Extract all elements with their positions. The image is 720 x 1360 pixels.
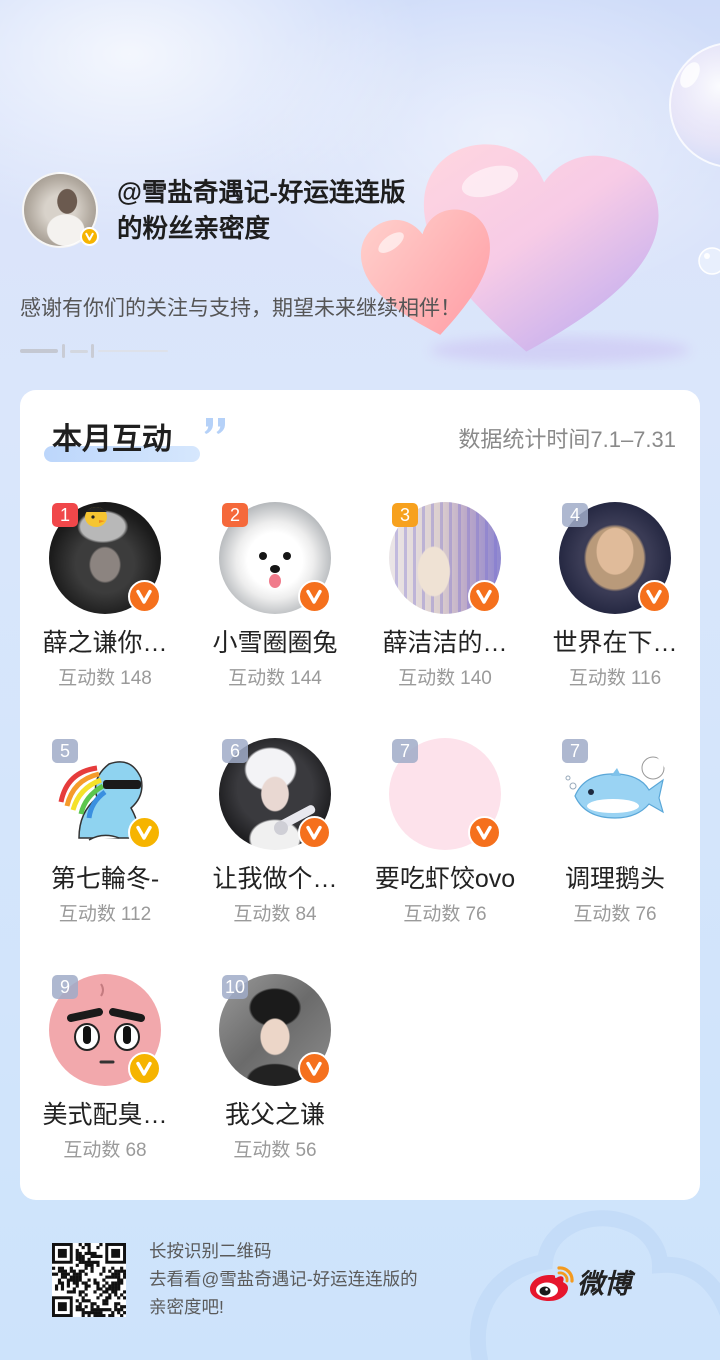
page-title-line2: 的粉丝亲密度 — [117, 215, 271, 243]
interaction-label: 互动数 — [233, 904, 291, 925]
fan-avatar[interactable]: 7 — [559, 738, 671, 850]
fan-avatar[interactable]: 2 — [219, 502, 331, 614]
fan-name: 调理鹅头 — [564, 865, 665, 893]
fan-name: 美式配臭… — [42, 1101, 168, 1129]
fan-name: 小雪圈圈兔 — [212, 629, 338, 657]
interaction-label: 互动数 — [403, 904, 461, 925]
decor-marks — [20, 344, 168, 358]
fan-item[interactable]: 2 小雪圈圈兔 互动数 144 — [190, 502, 360, 738]
verified-badge-icon — [128, 1052, 161, 1085]
fan-item[interactable]: 7 要吃虾饺ovo 互动数 76 — [360, 738, 530, 974]
interaction-value: 56 — [295, 1140, 317, 1161]
interaction-value: 112 — [120, 904, 152, 925]
fan-item[interactable]: 10 我父之谦 互动数 56 — [190, 974, 360, 1210]
fan-interaction-count: 互动数 140 — [360, 667, 530, 691]
rank-badge: 2 — [222, 503, 248, 527]
fan-avatar[interactable]: 9 — [49, 974, 161, 1086]
fan-item[interactable]: 1 薛之谦你… 互动数 148 — [20, 502, 190, 738]
card-title: 本月互动 — [52, 423, 172, 456]
fan-interaction-count: 互动数 76 — [530, 903, 700, 927]
fan-name: 薛洁洁的… — [382, 629, 508, 657]
fan-interaction-count: 互动数 68 — [20, 1139, 190, 1163]
rank-badge: 6 — [222, 739, 248, 763]
hearts-decoration — [360, 144, 690, 364]
interaction-label: 互动数 — [228, 668, 286, 689]
verified-badge-icon — [128, 816, 161, 849]
fan-name: 世界在下… — [552, 629, 678, 657]
verified-badge-icon — [128, 580, 161, 613]
interaction-label: 互动数 — [58, 668, 116, 689]
fan-interaction-count: 互动数 56 — [190, 1139, 360, 1163]
fan-name: 让我做个… — [212, 865, 338, 893]
fan-interaction-count: 互动数 112 — [20, 903, 190, 927]
interaction-label: 互动数 — [233, 1140, 291, 1161]
rank-badge: 4 — [562, 503, 588, 527]
fan-grid: 1 薛之谦你… 互动数 148 2 小雪圈圈兔 互动数 144 3 薛洁洁的… … — [20, 502, 700, 1210]
interaction-value: 68 — [125, 1140, 147, 1161]
rank-badge: 7 — [562, 739, 588, 763]
fan-avatar[interactable]: 4 — [559, 502, 671, 614]
page-title: @雪盐奇遇记-好运连连版 的粉丝亲密度 — [117, 175, 447, 247]
fan-item[interactable]: 4 世界在下… 互动数 116 — [530, 502, 700, 738]
verified-gold-badge-icon — [80, 227, 99, 246]
fan-interaction-count: 互动数 76 — [360, 903, 530, 927]
fan-interaction-count: 互动数 84 — [190, 903, 360, 927]
fan-avatar[interactable]: 6 — [219, 738, 331, 850]
fan-interaction-count: 互动数 148 — [20, 667, 190, 691]
fan-item[interactable]: 9 美式配臭… 互动数 68 — [20, 974, 190, 1210]
rank-badge: 10 — [222, 975, 249, 999]
stats-period: 数据统计时间7.1–7.31 — [458, 427, 676, 452]
rank-badge: 1 — [52, 503, 78, 527]
brand-name: 微博 — [577, 1269, 631, 1299]
cta-line2: 亲密度吧! — [149, 1297, 224, 1317]
interaction-value: 76 — [465, 904, 487, 925]
interaction-label: 互动数 — [573, 904, 631, 925]
rank-badge: 7 — [392, 739, 418, 763]
rank-badge: 9 — [52, 975, 78, 999]
fan-name: 第七輪冬- — [50, 865, 160, 893]
fan-interaction-count: 互动数 116 — [530, 667, 700, 691]
footer-hint: 长按识别二维码 去看看@雪盐奇遇记-好运连连版的 亲密度吧! — [149, 1237, 449, 1321]
fan-avatar[interactable]: 5 — [49, 738, 161, 850]
fan-avatar[interactable]: 7 — [389, 738, 501, 850]
interaction-value: 148 — [120, 668, 152, 689]
rank-badge: 3 — [392, 503, 418, 527]
interaction-value: 116 — [630, 668, 662, 689]
verified-badge-icon — [298, 816, 331, 849]
fan-item[interactable]: 5 第七輪冬- 互动数 112 — [20, 738, 190, 974]
fan-avatar[interactable]: 10 — [219, 974, 331, 1086]
qr-code[interactable] — [52, 1243, 126, 1317]
weibo-logo-icon — [530, 1266, 574, 1301]
qr-hint: 长按识别二维码 — [149, 1241, 272, 1261]
quote-mark-icon — [204, 418, 225, 434]
verified-badge-icon — [468, 816, 501, 849]
fan-avatar[interactable]: 1 — [49, 502, 161, 614]
fan-name: 我父之谦 — [224, 1101, 325, 1129]
interaction-value: 140 — [460, 668, 492, 689]
verified-badge-icon — [468, 580, 501, 613]
thanks-message: 感谢有你们的关注与支持，期望未来继续相伴！ — [20, 297, 461, 320]
fan-name: 要吃虾饺ovo — [374, 865, 516, 893]
interaction-value: 76 — [635, 904, 657, 925]
interaction-value: 144 — [290, 668, 322, 689]
verified-badge-icon — [298, 580, 331, 613]
interaction-value: 84 — [295, 904, 317, 925]
fan-item[interactable]: 3 薛洁洁的… 互动数 140 — [360, 502, 530, 738]
cta-line1: 去看看@雪盐奇遇记-好运连连版的 — [149, 1269, 418, 1289]
page-title-line1: @雪盐奇遇记-好运连连版 — [117, 179, 406, 207]
fan-interaction-count: 互动数 144 — [190, 667, 360, 691]
interaction-label: 互动数 — [568, 668, 626, 689]
interaction-label: 互动数 — [63, 1140, 121, 1161]
fan-item[interactable]: 7 调理鹅头 互动数 76 — [530, 738, 700, 974]
fan-item[interactable]: 6 让我做个… 互动数 84 — [190, 738, 360, 974]
verified-badge-icon — [298, 1052, 331, 1085]
fan-avatar[interactable]: 3 — [389, 502, 501, 614]
interaction-label: 互动数 — [58, 904, 116, 925]
verified-badge-icon — [638, 580, 671, 613]
monthly-interaction-card: 本月互动 数据统计时间7.1–7.31 1 薛之谦你… 互动数 148 2 小雪… — [20, 390, 700, 1200]
fan-name: 薛之谦你… — [42, 629, 168, 657]
rank-badge: 5 — [52, 739, 78, 763]
account-avatar[interactable] — [22, 172, 99, 248]
interaction-label: 互动数 — [398, 668, 456, 689]
